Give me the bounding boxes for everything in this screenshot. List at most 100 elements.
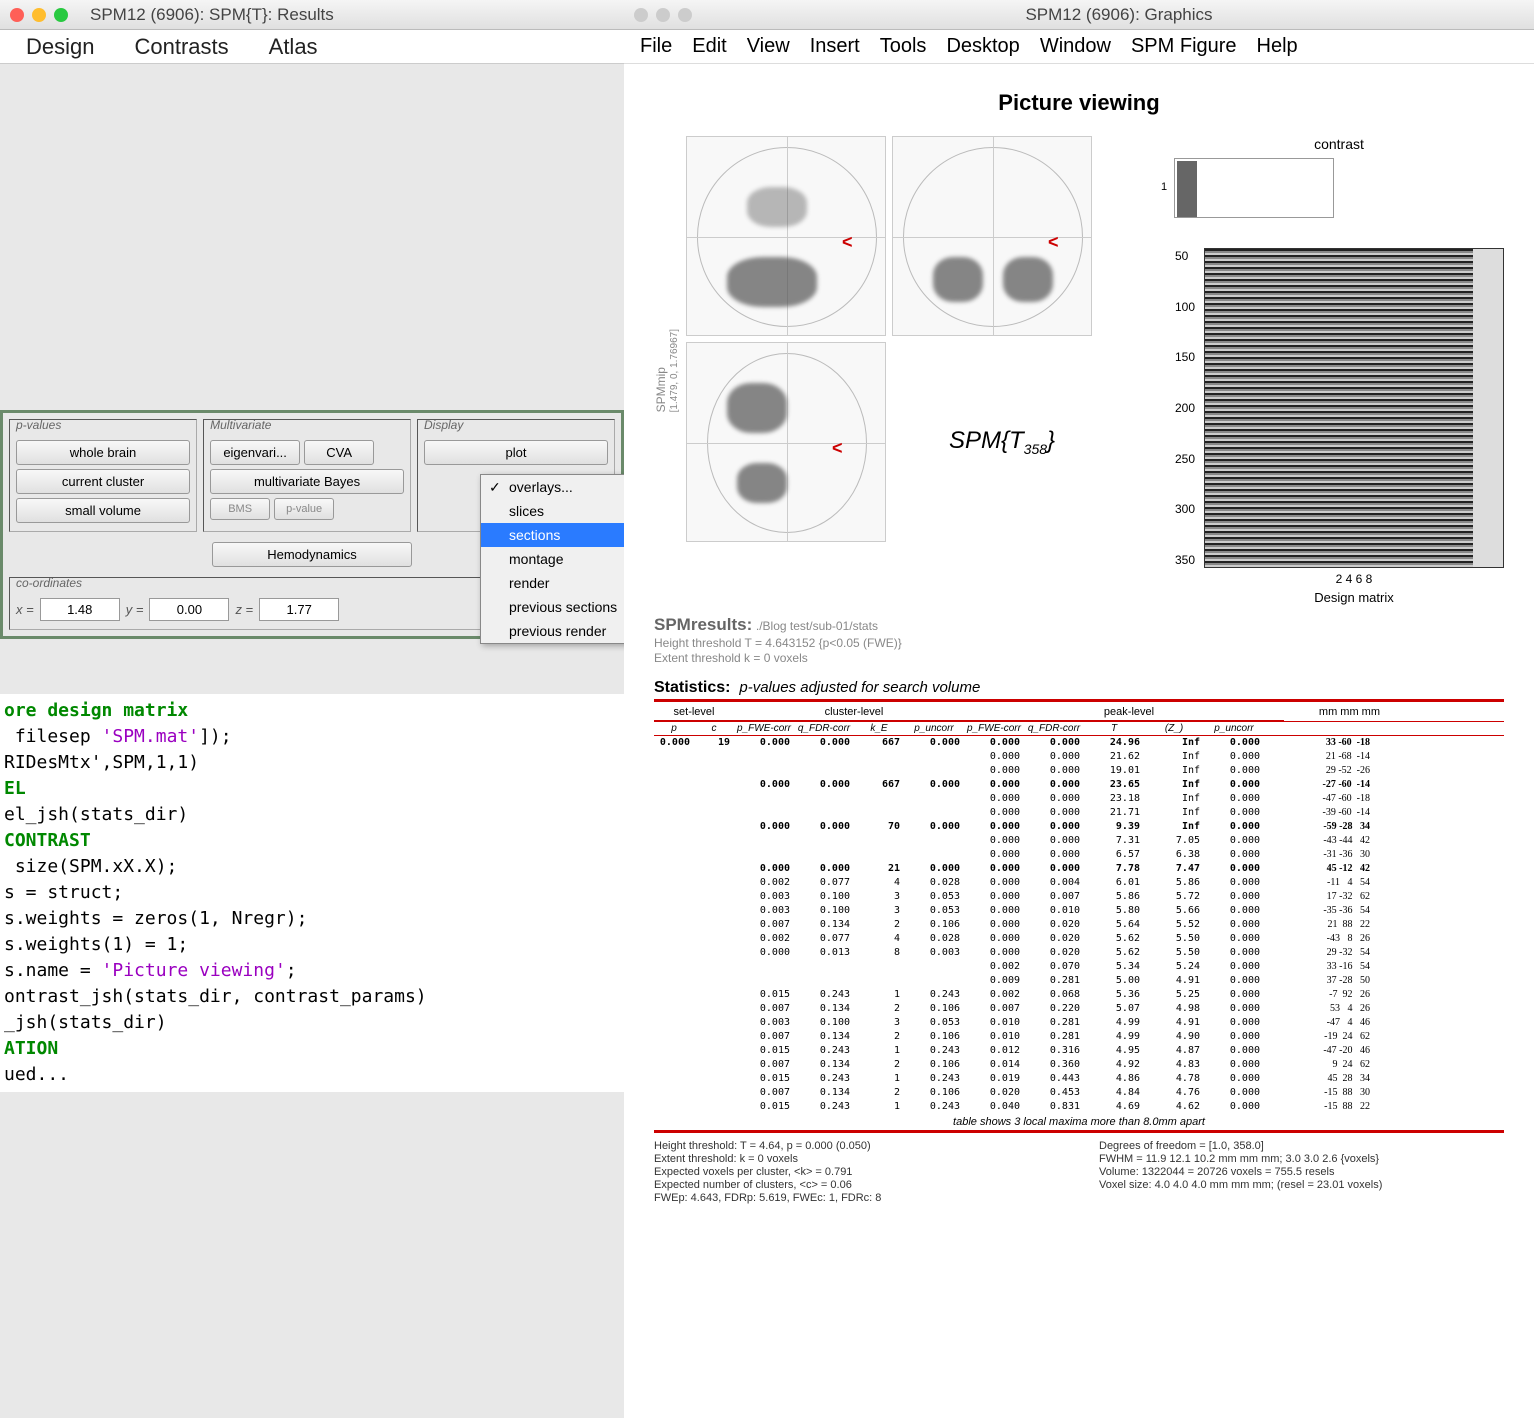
gmenu-insert[interactable]: Insert <box>810 35 860 58</box>
gmenu-tools[interactable]: Tools <box>880 35 927 58</box>
table-row[interactable]: 0.0030.10030.0530.0000.0075.865.720.000 … <box>654 890 1504 904</box>
gmenu-window[interactable]: Window <box>1040 35 1111 58</box>
spm-results-info: SPMresults: ./Blog test/sub-01/stats Hei… <box>654 615 1504 665</box>
whole-brain-button[interactable]: whole brain <box>16 440 190 465</box>
mip-axial[interactable]: < <box>686 342 886 542</box>
stats-block: Statistics: p-values adjusted for search… <box>654 679 1504 1205</box>
figure-title: Picture viewing <box>654 90 1504 116</box>
table-row[interactable]: 0.0020.0705.345.240.000 33 -16 54 <box>654 960 1504 974</box>
table-row[interactable]: 0.0150.24310.2430.0120.3164.954.870.000-… <box>654 1044 1504 1058</box>
gmenu-help[interactable]: Help <box>1257 35 1298 58</box>
hemodynamics-button[interactable]: Hemodynamics <box>212 542 412 567</box>
x-label: x = <box>16 602 34 617</box>
eigenvariate-button[interactable]: eigenvari... <box>210 440 300 465</box>
mip-coronal[interactable]: < <box>892 136 1092 336</box>
close-icon[interactable] <box>634 8 648 22</box>
menu-atlas[interactable]: Atlas <box>269 34 318 60</box>
zoom-icon[interactable] <box>54 8 68 22</box>
graphics-titlebar: SPM12 (6906): Graphics <box>624 0 1534 30</box>
multivariate-group: Multivariate eigenvari... CVA multivaria… <box>203 419 411 532</box>
dm-yticks: 50100150200250300350 <box>1175 249 1195 567</box>
table-row[interactable]: 0.0000.0007.317.050.000-43 -44 42 <box>654 834 1504 848</box>
pvalues-group: p-values whole brain current cluster sma… <box>9 419 197 532</box>
table-row[interactable]: 0.0000.00021.62Inf0.000 21 -68 -14 <box>654 750 1504 764</box>
table-row[interactable]: 0.0030.10030.0530.0100.2814.994.910.000-… <box>654 1016 1504 1030</box>
table-row[interactable]: 0.0020.07740.0280.0000.0205.625.500.000-… <box>654 932 1504 946</box>
traffic-lights <box>634 8 692 22</box>
y-input[interactable] <box>149 598 229 621</box>
gmenu-view[interactable]: View <box>747 35 790 58</box>
current-cluster-button[interactable]: current cluster <box>16 469 190 494</box>
window-title: SPM12 (6906): SPM{T}: Results <box>82 5 614 25</box>
gmenu-spm-figure[interactable]: SPM Figure <box>1131 35 1237 58</box>
table-row[interactable]: 0.0000.000210.0000.0000.0007.787.470.000… <box>654 862 1504 876</box>
x-input[interactable] <box>40 598 120 621</box>
table-row[interactable]: 0.0150.24310.2430.0020.0685.365.250.000 … <box>654 988 1504 1002</box>
bms-button[interactable]: BMS <box>210 498 270 520</box>
z-input[interactable] <box>259 598 339 621</box>
table-row[interactable]: 0.0000.00023.18Inf0.000-47 -60 -18 <box>654 792 1504 806</box>
group-label: co-ordinates <box>16 576 82 590</box>
table-row[interactable]: 0.0070.13420.1060.0140.3604.924.830.000 … <box>654 1058 1504 1072</box>
traffic-lights <box>10 8 68 22</box>
plot-button[interactable]: plot <box>424 440 608 465</box>
pvalue-button[interactable]: p-value <box>274 498 334 520</box>
mip-sagittal[interactable]: < <box>686 136 886 336</box>
table-row[interactable]: 0.0070.13420.1060.0000.0205.645.520.000 … <box>654 918 1504 932</box>
design-matrix[interactable]: 50100150200250300350 <box>1204 248 1504 568</box>
table-row[interactable]: 0.0000.01380.0030.0000.0205.625.500.000 … <box>654 946 1504 960</box>
table-row[interactable]: 0.000190.0000.0006670.0000.0000.00024.96… <box>654 736 1504 750</box>
y-label: y = <box>126 602 144 617</box>
menu-contrasts[interactable]: Contrasts <box>134 34 228 60</box>
code-editor[interactable]: ore design matrix filesep 'SPM.mat']);RI… <box>0 694 624 1092</box>
table-row[interactable]: 0.0030.10030.0530.0000.0105.805.660.000-… <box>654 904 1504 918</box>
mip-label: SPMmip [1.479, 0, 1.76967] <box>654 329 682 412</box>
contrast-label: contrast <box>1174 136 1504 152</box>
results-menubar: Design Contrasts Atlas <box>0 30 624 64</box>
gmenu-file[interactable]: File <box>640 35 672 58</box>
spm-t-label: SPM{T358} <box>949 427 1055 457</box>
multivariate-bayes-button[interactable]: multivariate Bayes <box>210 469 404 494</box>
graphics-menubar: File Edit View Insert Tools Desktop Window SPM … <box>624 30 1534 64</box>
group-label: p-values <box>16 418 61 432</box>
contrast-box: 1 <box>1174 158 1334 218</box>
z-label: z = <box>235 602 253 617</box>
gmenu-edit[interactable]: Edit <box>692 35 726 58</box>
window-title: SPM12 (6906): Graphics <box>706 5 1524 25</box>
right-column: contrast 1 50100150200250300350 2 4 6 8 … <box>1174 136 1504 605</box>
small-volume-button[interactable]: small volume <box>16 498 190 523</box>
titlebar: SPM12 (6906): SPM{T}: Results <box>0 0 624 30</box>
table-row[interactable]: 0.0150.24310.2430.0400.8314.694.620.000-… <box>654 1100 1504 1114</box>
menu-design[interactable]: Design <box>26 34 94 60</box>
group-label: Display <box>424 418 463 432</box>
table-row[interactable]: 0.0070.13420.1060.0070.2205.074.980.000 … <box>654 1002 1504 1016</box>
stats-table[interactable]: 0.000190.0000.0006670.0000.0000.00024.96… <box>654 736 1504 1114</box>
table-row[interactable]: 0.0000.0006670.0000.0000.00023.65Inf0.00… <box>654 778 1504 792</box>
local-maxima-note: table shows 3 local maxima more than 8.0… <box>654 1116 1504 1128</box>
close-icon[interactable] <box>10 8 24 22</box>
results-window: SPM12 (6906): SPM{T}: Results Design Con… <box>0 0 624 1418</box>
table-row[interactable]: 0.0000.00019.01Inf0.000 29 -52 -26 <box>654 764 1504 778</box>
stats-footer: Height threshold: T = 4.64, p = 0.000 (0… <box>654 1139 1504 1205</box>
dm-xticks: 2 4 6 8 <box>1204 572 1504 586</box>
graphics-window: SPM12 (6906): Graphics File Edit View Inser… <box>624 0 1534 1418</box>
table-row[interactable]: 0.0000.00021.71Inf0.000-39 -60 -14 <box>654 806 1504 820</box>
table-row[interactable]: 0.0070.13420.1060.0200.4534.844.760.000-… <box>654 1086 1504 1100</box>
table-row[interactable]: 0.0070.13420.1060.0100.2814.994.900.000-… <box>654 1030 1504 1044</box>
minimize-icon[interactable] <box>656 8 670 22</box>
minimize-icon[interactable] <box>32 8 46 22</box>
table-row[interactable]: 0.0000.0006.576.380.000-31 -36 30 <box>654 848 1504 862</box>
group-label: Multivariate <box>210 418 271 432</box>
zoom-icon[interactable] <box>678 8 692 22</box>
stats-title: Statistics: p-values adjusted for search… <box>654 679 1504 697</box>
header-groups: set-level cluster-level peak-level mm mm… <box>654 704 1504 722</box>
table-row[interactable]: 0.0150.24310.2430.0190.4434.864.780.000 … <box>654 1072 1504 1086</box>
gmenu-desktop[interactable]: Desktop <box>946 35 1019 58</box>
contrast-bar <box>1177 161 1197 217</box>
cva-button[interactable]: CVA <box>304 440 374 465</box>
table-row[interactable]: 0.0090.2815.004.910.000 37 -28 50 <box>654 974 1504 988</box>
table-row[interactable]: 0.0000.000700.0000.0000.0009.39Inf0.000-… <box>654 820 1504 834</box>
figure-area: Picture viewing SPMmip [1.479, 0, 1.7696… <box>624 64 1534 1225</box>
mip-block: SPMmip [1.479, 0, 1.76967] < <box>654 136 1092 605</box>
table-row[interactable]: 0.0020.07740.0280.0000.0046.015.860.000-… <box>654 876 1504 890</box>
